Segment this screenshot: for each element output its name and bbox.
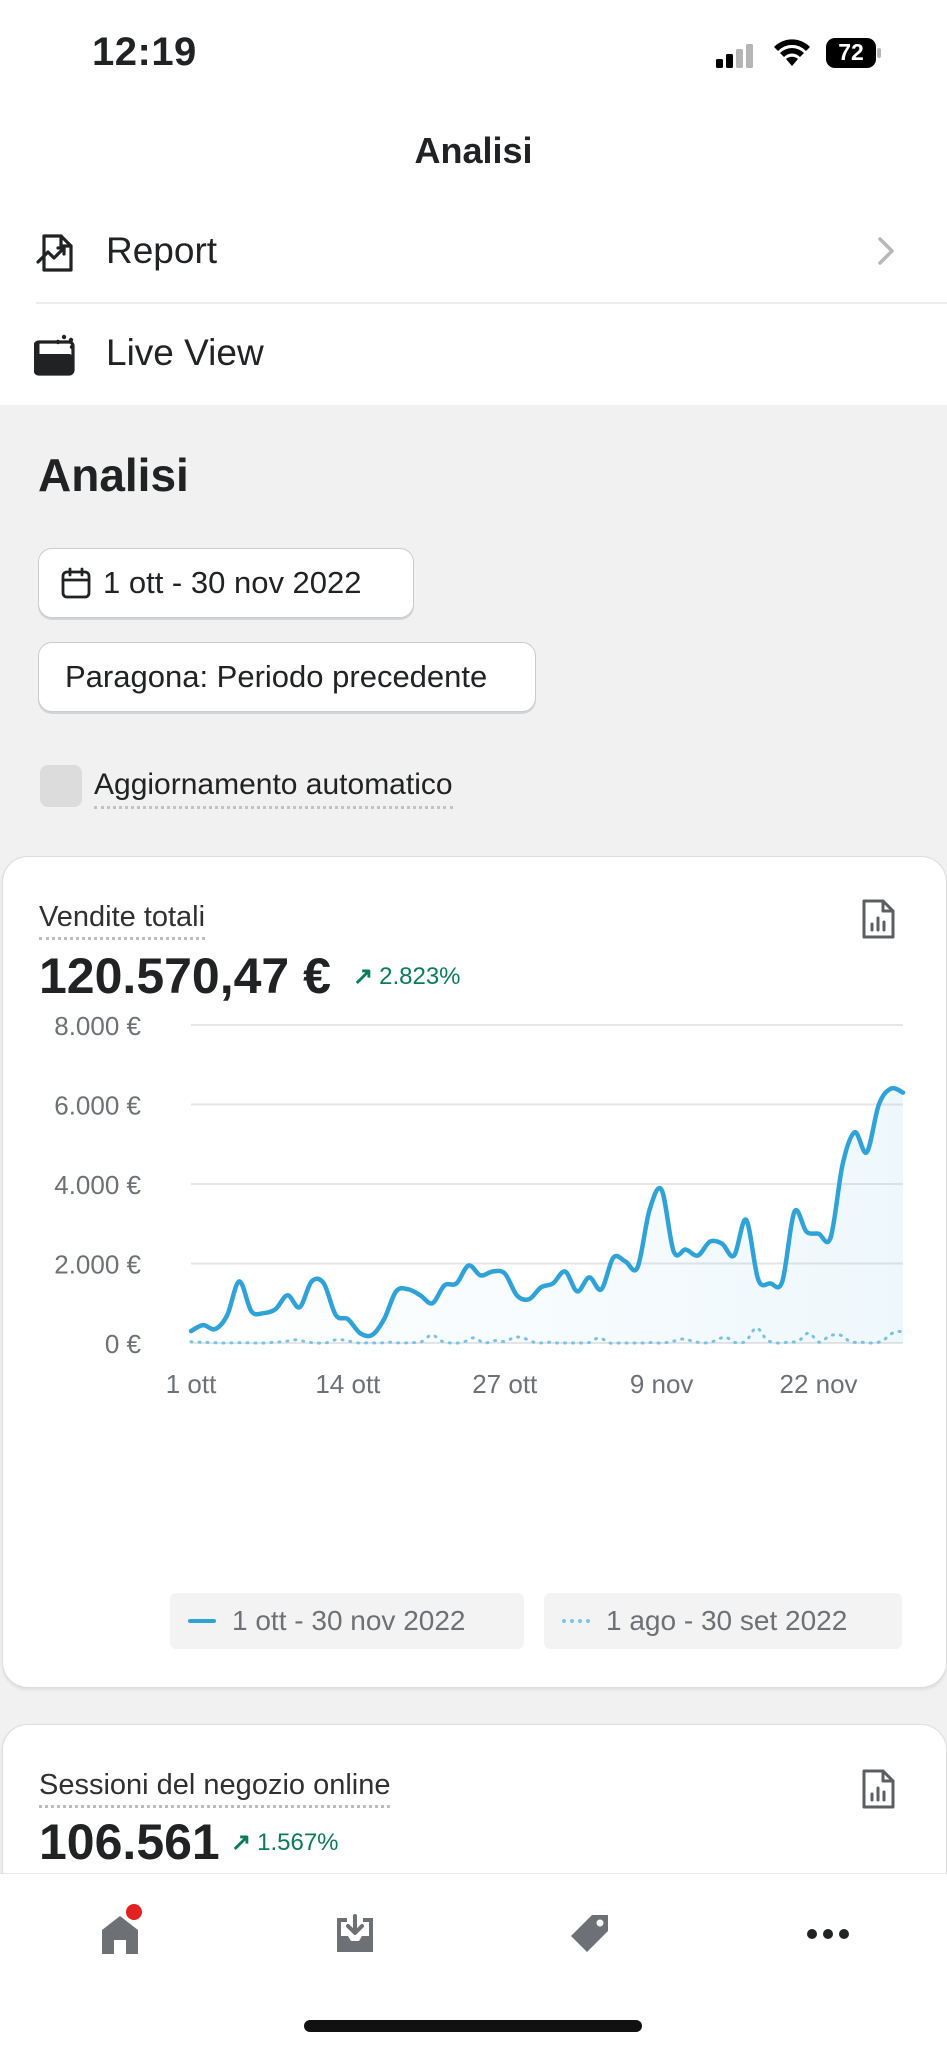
total-sales-label[interactable]: Vendite totali [39, 901, 206, 940]
tab-more[interactable] [798, 1904, 858, 1964]
trend-up-icon: ↗ [231, 1829, 252, 1856]
report-file-icon[interactable] [860, 899, 896, 939]
more-icon [807, 1929, 849, 1939]
y-tick-label: 4.000 € [54, 1170, 141, 1200]
y-tick-label: 2.000 € [54, 1250, 141, 1280]
menu-item-live-view-label: Live View [106, 332, 264, 373]
x-tick-label: 22 nov [779, 1369, 857, 1399]
total-sales-value: 120.570,47 € [39, 948, 331, 1004]
x-tick-label: 9 nov [630, 1369, 694, 1399]
section-title: Analisi [38, 449, 189, 501]
auto-refresh-checkbox[interactable] [40, 765, 82, 807]
date-range-label: 1 ott - 30 nov 2022 [103, 565, 362, 600]
cellular-signal-icon [716, 44, 756, 73]
sessions-change-value: 1.567% [257, 1829, 339, 1856]
tab-products[interactable] [560, 1904, 620, 1964]
total-sales-card: Vendite totali 120.570,47 € ↗ 2.823% 0 € 2… [2, 856, 947, 1688]
legend-current-period[interactable]: 1 ott - 30 nov 2022 [170, 1593, 524, 1649]
menu-item-report-label: Report [106, 230, 218, 271]
menu-item-live-view[interactable]: Live View [0, 304, 947, 404]
menu-item-report[interactable]: Report [0, 202, 947, 302]
report-file-icon[interactable] [860, 1769, 896, 1809]
total-sales-change-value: 2.823% [379, 963, 461, 990]
page-title: Analisi [414, 130, 533, 171]
battery-icon: 72 [826, 38, 882, 68]
sessions-value: 106.561 [39, 1814, 220, 1870]
home-indicator [304, 2020, 642, 2032]
report-chart-icon [34, 232, 76, 274]
date-range-button[interactable]: 1 ott - 30 nov 2022 [38, 548, 414, 618]
calendar-icon [61, 567, 91, 599]
battery-level: 72 [838, 39, 864, 65]
status-time: 12:19 [92, 30, 197, 74]
x-tick-label: 27 ott [472, 1369, 538, 1399]
sessions-change: ↗ 1.567% [231, 1828, 339, 1857]
y-tick-label: 8.000 € [54, 1011, 141, 1041]
legend-previous-period[interactable]: 1 ago - 30 set 2022 [544, 1593, 902, 1649]
compare-period-label: Paragona: Periodo precedente [65, 659, 488, 694]
legend-dotted-line-icon [562, 1619, 590, 1623]
auto-refresh-label: Aggiornamento automatico [94, 768, 453, 809]
total-sales-change: ↗ 2.823% [353, 962, 461, 991]
tag-icon [571, 1915, 608, 1952]
legend-solid-line-icon [188, 1619, 216, 1623]
compare-period-button[interactable]: Paragona: Periodo precedente [38, 642, 536, 712]
x-tick-label: 1 ott [166, 1369, 217, 1399]
x-tick-label: 14 ott [315, 1369, 381, 1399]
tab-home[interactable] [90, 1904, 150, 1964]
sessions-label[interactable]: Sessioni del negozio online [39, 1769, 391, 1808]
live-view-icon [33, 334, 76, 376]
wifi-icon [772, 38, 812, 73]
legend-previous-label: 1 ago - 30 set 2022 [606, 1605, 848, 1636]
chevron-right-icon [877, 236, 895, 271]
tab-orders[interactable] [325, 1904, 385, 1964]
y-tick-label: 0 € [105, 1329, 142, 1359]
orders-inbox-icon [337, 1914, 373, 1952]
notification-badge [126, 1904, 142, 1920]
y-tick-label: 6.000 € [54, 1091, 141, 1121]
total-sales-chart: 0 € 2.000 € 4.000 € 6.000 € 8.000 € 1 ott 14 o… [54, 1011, 906, 1399]
legend-current-label: 1 ott - 30 nov 2022 [232, 1605, 466, 1636]
trend-up-icon: ↗ [353, 963, 374, 990]
